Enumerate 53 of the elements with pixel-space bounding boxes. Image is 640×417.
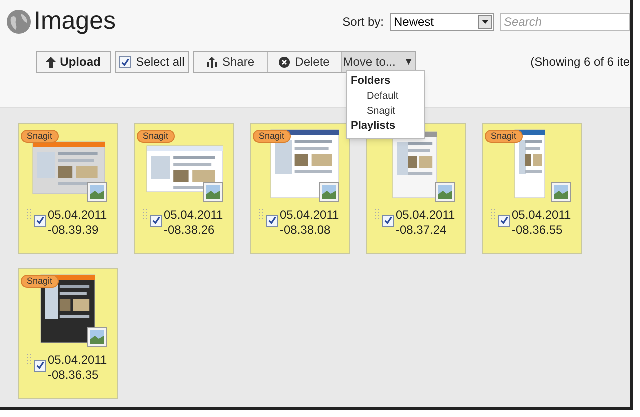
image-name: 05.04.2011-08.36.35 <box>48 353 108 383</box>
checkbox[interactable] <box>266 214 278 226</box>
sort-label: Sort by: <box>342 14 384 31</box>
image-icon <box>203 182 223 202</box>
globe-icon <box>6 9 32 35</box>
item-count: (Showing 6 of 6 ite <box>530 54 630 71</box>
drag-handle-icon[interactable] <box>27 209 32 221</box>
select-all-button[interactable]: Select all <box>115 51 189 73</box>
checkbox[interactable] <box>34 360 46 372</box>
image-icon <box>435 182 455 202</box>
drag-handle-icon[interactable] <box>143 209 148 221</box>
image-card[interactable]: Snagit 05.04.2011-08.38.26 <box>134 123 234 254</box>
drag-handle-icon[interactable] <box>27 354 32 366</box>
sort-dropdown[interactable]: Newest <box>390 13 494 31</box>
image-name: 05.04.2011-08.36.55 <box>512 208 572 238</box>
drag-handle-icon[interactable] <box>259 209 264 221</box>
tag-label: Snagit <box>485 130 523 143</box>
tag-label: Snagit <box>21 275 59 288</box>
image-name: 05.04.2011-08.39.39 <box>48 208 108 238</box>
select-all-label: Select all <box>136 54 185 71</box>
share-icon <box>206 56 218 68</box>
delete-icon <box>279 56 290 68</box>
image-card[interactable]: Snagit 05.04.2011-08.36.55 <box>482 123 582 254</box>
tag-label: Snagit <box>253 130 291 143</box>
menu-heading[interactable]: Folders <box>351 74 420 89</box>
checkbox[interactable] <box>382 214 394 226</box>
checkbox[interactable] <box>34 214 46 226</box>
image-card[interactable]: Snagit 05.04.2011-08.36.35 <box>18 268 118 399</box>
menu-item[interactable]: Snagit <box>351 104 420 119</box>
search-field[interactable]: Search <box>500 13 630 31</box>
image-name: 05.04.2011-08.38.08 <box>280 208 340 238</box>
drag-handle-icon[interactable] <box>491 209 496 221</box>
image-icon <box>87 327 107 347</box>
image-icon <box>551 182 571 202</box>
page-title: Images <box>34 6 116 38</box>
image-icon <box>87 182 107 202</box>
menu-item[interactable]: Default <box>351 89 420 104</box>
image-name: 05.04.2011-08.37.24 <box>396 208 456 238</box>
checkbox[interactable] <box>498 214 510 226</box>
share-button[interactable]: Share <box>194 52 268 72</box>
move-to-button[interactable]: Move to... ▼ <box>342 52 415 72</box>
image-card[interactable]: Snagit 05.04.2011-08.39.39 <box>18 123 118 254</box>
upload-icon <box>46 56 56 68</box>
tag-label: Snagit <box>21 130 59 143</box>
drag-handle-icon[interactable] <box>375 209 380 221</box>
upload-button[interactable]: Upload <box>36 51 111 73</box>
image-icon <box>319 182 339 202</box>
tag-label: Snagit <box>137 130 175 143</box>
image-name: 05.04.2011-08.38.26 <box>164 208 224 238</box>
image-card[interactable]: Snagit 05.04.2011-08.38.08 <box>250 123 350 254</box>
checkbox[interactable] <box>150 214 162 226</box>
checkbox[interactable] <box>119 56 132 68</box>
caret-icon <box>482 20 488 24</box>
